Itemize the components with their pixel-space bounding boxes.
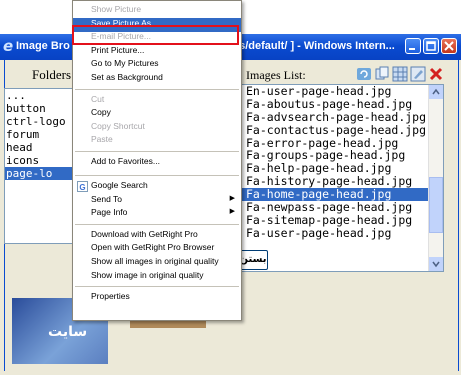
ie-logo-icon: e	[3, 37, 14, 55]
folder-item[interactable]: icons	[5, 154, 79, 167]
scroll-down-icon[interactable]	[429, 257, 443, 271]
menu-item-label: Download with GetRight Pro	[91, 228, 198, 239]
menu-item-label: Google Search	[91, 180, 148, 190]
image-list-item[interactable]: Fa-aboutus-page-head.jpg	[241, 97, 443, 111]
menu-separator	[75, 175, 239, 176]
menu-item-cut: Cut	[73, 94, 241, 108]
menu-item-page-info[interactable]: Page Info ▶	[73, 207, 241, 221]
image-list-item[interactable]: Fa-sitemap-page-head.jpg	[241, 213, 443, 227]
menu-separator	[75, 286, 239, 288]
menu-item-label: Show all images in original quality	[91, 256, 219, 266]
menu-item-paste: Paste	[73, 134, 241, 148]
folder-item[interactable]: button	[5, 102, 79, 115]
menu-separator	[75, 223, 239, 225]
submenu-arrow-icon: ▶	[229, 194, 235, 202]
grid-icon[interactable]	[392, 66, 408, 82]
menu-item-label: Open with GetRight Pro Browser	[91, 242, 215, 253]
folder-item[interactable]: ...	[5, 89, 79, 102]
folders-label: Folders	[32, 67, 71, 82]
menu-item-label: Paste	[91, 134, 113, 145]
menu-item-label: Copy Shortcut	[91, 120, 145, 131]
menu-item-label: Show image in original quality	[91, 269, 204, 280]
images-list-label: Images List:	[246, 68, 306, 82]
folder-item[interactable]: ctrl-logo	[5, 115, 79, 128]
image-list-item[interactable]: Fa-newpass-page-head.jpg	[241, 201, 443, 214]
copy-icon[interactable]	[374, 66, 390, 82]
edit-icon[interactable]	[410, 66, 426, 82]
preview-text: سایت	[48, 324, 88, 340]
image-list-item[interactable]: En-user-page-head.jpg	[241, 85, 443, 98]
menu-item-google-search[interactable]: G Google Search	[73, 180, 241, 194]
menu-item-properties[interactable]: Properties	[73, 291, 241, 305]
submenu-arrow-icon: ▶	[229, 208, 235, 216]
scroll-thumb[interactable]	[429, 177, 443, 233]
scroll-up-icon[interactable]	[429, 85, 443, 99]
image-list-item[interactable]: Fa-advsearch-page-head.jpg	[241, 110, 443, 124]
menu-item-label: Page Info	[91, 207, 128, 218]
menu-item-add-to-favorites[interactable]: Add to Favorites...	[73, 156, 241, 170]
google-icon: G	[77, 181, 88, 192]
menu-item-label: Copy	[91, 107, 111, 118]
window-title-left: Image Bro	[16, 40, 70, 52]
menu-item-label: Properties	[91, 291, 130, 302]
close-form-button[interactable]: بستن	[238, 250, 268, 270]
menu-item-label: Send To	[91, 193, 123, 204]
context-menu: Show Picture Save Picture As... E-mail Pic…	[72, 0, 242, 321]
menu-item-show-image-in-original-quality[interactable]: Show image in original quality	[73, 270, 241, 284]
image-list-item[interactable]: Fa-contactus-page-head.jpg	[241, 123, 443, 137]
menu-item-go-to-my-pictures[interactable]: Go to My Pictures	[73, 58, 241, 72]
folder-item[interactable]: head	[5, 141, 79, 154]
menu-item-copy[interactable]: Copy	[73, 107, 241, 121]
images-scrollbar[interactable]	[428, 85, 443, 271]
window-title-right: es/default/ ] - Windows Intern...	[233, 40, 395, 52]
folder-item[interactable]: page-lo	[5, 167, 79, 180]
menu-item-label: Set as Background	[91, 72, 163, 82]
menu-separator	[75, 88, 239, 90]
menu-item-set-as-background[interactable]: Set as Background	[73, 72, 241, 86]
menu-item-send-to[interactable]: Send To ▶	[73, 194, 241, 208]
menu-item-label: Print Picture...	[91, 44, 145, 55]
menu-item-label: Cut	[91, 93, 105, 104]
delete-icon[interactable]	[428, 66, 444, 82]
folders-list[interactable]: ... button ctrl-logo forum head icons page-lo	[4, 88, 80, 244]
images-list[interactable]: En-user-page-head.jpg Fa-aboutus-page-hea…	[240, 84, 444, 272]
menu-item-print-picture[interactable]: Print Picture...	[73, 45, 241, 59]
menu-item-label: Add to Favorites...	[91, 156, 160, 166]
menu-item-open-with-getright-pro-browser[interactable]: Open with GetRight Pro Browser	[73, 242, 241, 256]
menu-item-download-with-getright-pro[interactable]: Download with GetRight Pro	[73, 229, 241, 243]
image-list-item[interactable]: Fa-user-page-head.jpg	[241, 226, 443, 240]
menu-item-label: Show Picture	[91, 4, 142, 14]
close-icon[interactable]	[441, 38, 457, 54]
highlight-box	[72, 25, 239, 45]
minimize-icon[interactable]	[405, 38, 421, 54]
menu-item-copy-shortcut: Copy Shortcut	[73, 121, 241, 135]
menu-separator	[75, 151, 239, 152]
menu-item-show-picture: Show Picture	[73, 4, 241, 18]
refresh-icon[interactable]	[356, 66, 372, 82]
folder-item[interactable]: forum	[5, 128, 79, 141]
images-rows: En-user-page-head.jpg Fa-aboutus-page-hea…	[241, 85, 443, 240]
menu-item-show-all-images-in-original-quality[interactable]: Show all images in original quality	[73, 256, 241, 270]
menu-item-label: Go to My Pictures	[91, 58, 159, 69]
maximize-icon[interactable]	[423, 38, 439, 54]
